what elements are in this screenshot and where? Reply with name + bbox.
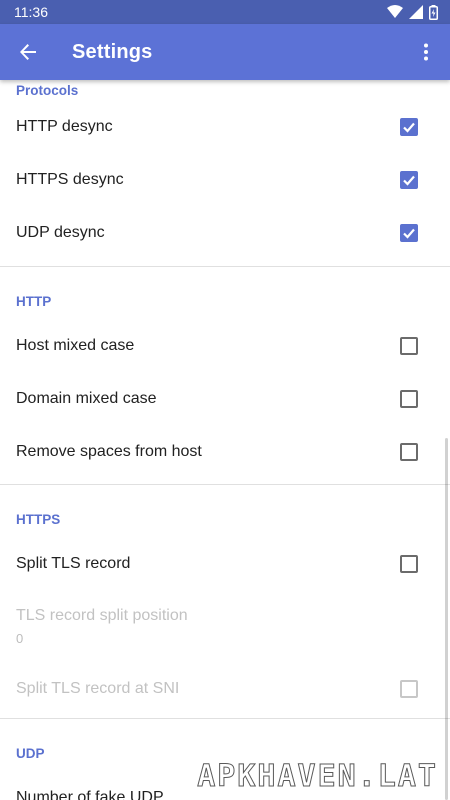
arrow-back-icon	[20, 44, 36, 60]
pref-title: Domain mixed case	[16, 389, 157, 407]
back-button[interactable]	[0, 24, 56, 80]
host-mixed-case-checkbox[interactable]	[400, 336, 418, 355]
pref-title: Remove spaces from host	[16, 442, 202, 460]
pref-title: UDP desync	[16, 223, 105, 241]
category-header-protocols: Protocols	[16, 82, 79, 98]
pref-udp-desync[interactable]: UDP desync	[0, 206, 450, 259]
https-desync-checkbox[interactable]	[400, 170, 418, 189]
app-bar: Settings	[0, 24, 450, 80]
pref-title: Host mixed case	[16, 336, 135, 354]
split-tls-record-checkbox[interactable]	[400, 554, 418, 573]
battery-icon	[429, 4, 438, 20]
pref-host-mixed-case[interactable]: Host mixed case	[0, 319, 450, 372]
split-at-sni-checkbox	[400, 679, 418, 698]
udp-desync-checkbox[interactable]	[400, 223, 418, 242]
http-desync-checkbox[interactable]	[400, 117, 418, 136]
pref-split-tls-record-at-sni: Split TLS record at SNI	[0, 662, 450, 715]
pref-title: TLS record split position	[16, 606, 188, 624]
more-vert-icon	[424, 43, 428, 61]
signal-icon	[409, 5, 423, 19]
pref-title: Number of fake UDP	[16, 788, 164, 800]
remove-spaces-checkbox[interactable]	[400, 442, 418, 461]
pref-remove-spaces-from-host[interactable]: Remove spaces from host	[0, 425, 450, 478]
category-header-https: HTTPS	[16, 511, 61, 527]
pref-tls-record-split-position: TLS record split position 0	[0, 590, 450, 662]
domain-mixed-case-checkbox[interactable]	[400, 389, 418, 408]
pref-http-desync[interactable]: HTTP desync	[0, 100, 450, 153]
watermark-logo: APKHAVEN.LAT	[197, 759, 438, 795]
pref-summary: 0	[16, 630, 24, 646]
pref-title: HTTP desync	[16, 117, 113, 135]
pref-title: Split TLS record	[16, 554, 131, 572]
settings-list[interactable]: Protocols HTTP desync HTTPS desync UDP d…	[0, 80, 450, 800]
category-header-http: HTTP	[16, 293, 52, 309]
check-icon	[403, 228, 415, 239]
pref-split-tls-record[interactable]: Split TLS record	[0, 537, 450, 590]
page-title: Settings	[72, 40, 153, 63]
category-header-udp: UDP	[16, 745, 45, 761]
pref-domain-mixed-case[interactable]: Domain mixed case	[0, 372, 450, 425]
status-icons	[387, 4, 438, 20]
status-time: 11:36	[14, 4, 48, 20]
status-bar: 11:36	[0, 0, 450, 24]
pref-title: HTTPS desync	[16, 170, 124, 188]
pref-title: Split TLS record at SNI	[16, 679, 180, 697]
check-icon	[403, 122, 415, 133]
overflow-menu-button[interactable]	[402, 24, 450, 80]
pref-https-desync[interactable]: HTTPS desync	[0, 153, 450, 206]
wifi-icon	[387, 5, 403, 18]
scrollbar[interactable]	[445, 438, 448, 800]
check-icon	[403, 175, 415, 186]
